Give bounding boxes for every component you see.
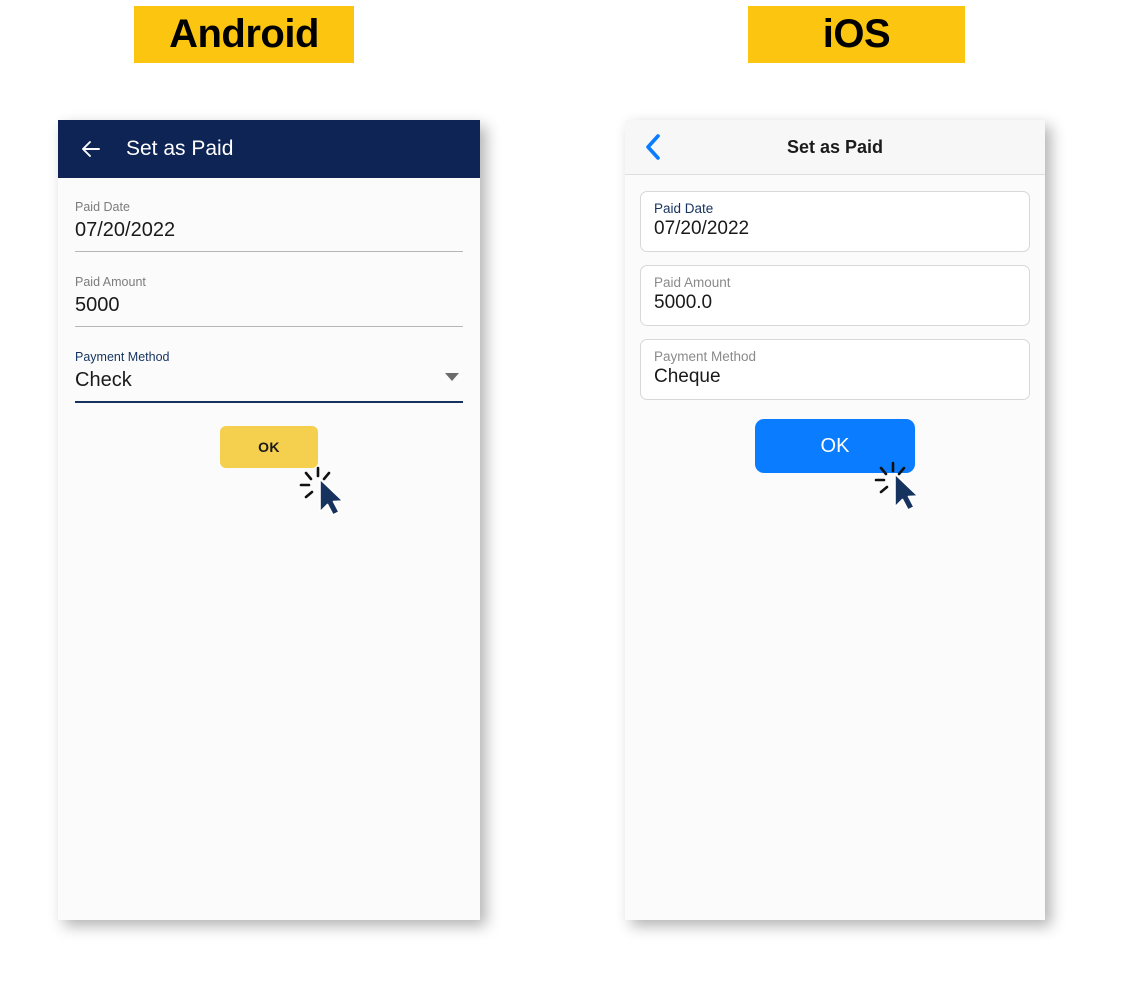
ios-ok-button[interactable]: OK	[755, 419, 915, 473]
platform-badge-ios: iOS	[748, 6, 965, 63]
ios-field-paid-amount[interactable]: Paid Amount 5000.0	[640, 265, 1030, 326]
android-field-underline	[75, 401, 463, 403]
android-ok-button[interactable]: OK	[220, 426, 318, 468]
platform-badge-android: Android	[134, 6, 354, 63]
android-field-paid-date[interactable]: Paid Date 07/20/2022	[75, 200, 463, 252]
ios-field-label: Payment Method	[654, 349, 757, 364]
android-field-value: Check	[75, 369, 132, 391]
android-field-label: Paid Date	[75, 200, 130, 214]
ios-field-paid-date[interactable]: Paid Date 07/20/2022	[640, 191, 1030, 252]
ios-nav-bar: Set as Paid	[625, 120, 1045, 175]
android-field-payment-method[interactable]: Payment Method Check	[75, 350, 463, 403]
android-phone-frame: Set as Paid Paid Date 07/20/2022 Paid Am…	[58, 120, 480, 920]
ios-field-value: Cheque	[654, 366, 721, 387]
ios-field-value: 5000.0	[654, 292, 713, 313]
ios-field-label: Paid Amount	[654, 275, 731, 290]
android-page-title: Set as Paid	[126, 137, 234, 160]
android-field-label: Paid Amount	[75, 275, 146, 289]
ios-ok-button-row: OK	[640, 419, 1030, 473]
android-ok-button-row: OK	[75, 426, 463, 468]
ios-phone-frame: Set as Paid Paid Date 07/20/2022 Paid Am…	[625, 120, 1045, 920]
ios-field-payment-method[interactable]: Payment Method Cheque	[640, 339, 1030, 400]
platform-badge-ios-label: iOS	[822, 12, 891, 56]
android-form: Paid Date 07/20/2022 Paid Amount 5000 Pa…	[58, 178, 480, 920]
android-field-value: 5000	[75, 294, 120, 316]
ios-field-label: Paid Date	[654, 201, 714, 216]
android-field-paid-amount[interactable]: Paid Amount 5000	[75, 275, 463, 327]
chevron-down-icon[interactable]	[445, 369, 463, 401]
android-field-value: 07/20/2022	[75, 219, 176, 241]
ios-page-title: Set as Paid	[786, 136, 884, 157]
android-app-bar: Set as Paid	[58, 120, 480, 178]
ios-field-value: 07/20/2022	[654, 218, 750, 239]
chevron-left-icon[interactable]	[639, 133, 667, 161]
platform-badge-android-label: Android	[169, 12, 319, 56]
android-field-label: Payment Method	[75, 350, 170, 364]
ios-form: Paid Date 07/20/2022 Paid Amount 5000.0 …	[625, 175, 1045, 920]
android-field-underline	[75, 251, 463, 252]
android-field-underline	[75, 326, 463, 327]
arrow-left-icon[interactable]	[78, 136, 104, 162]
